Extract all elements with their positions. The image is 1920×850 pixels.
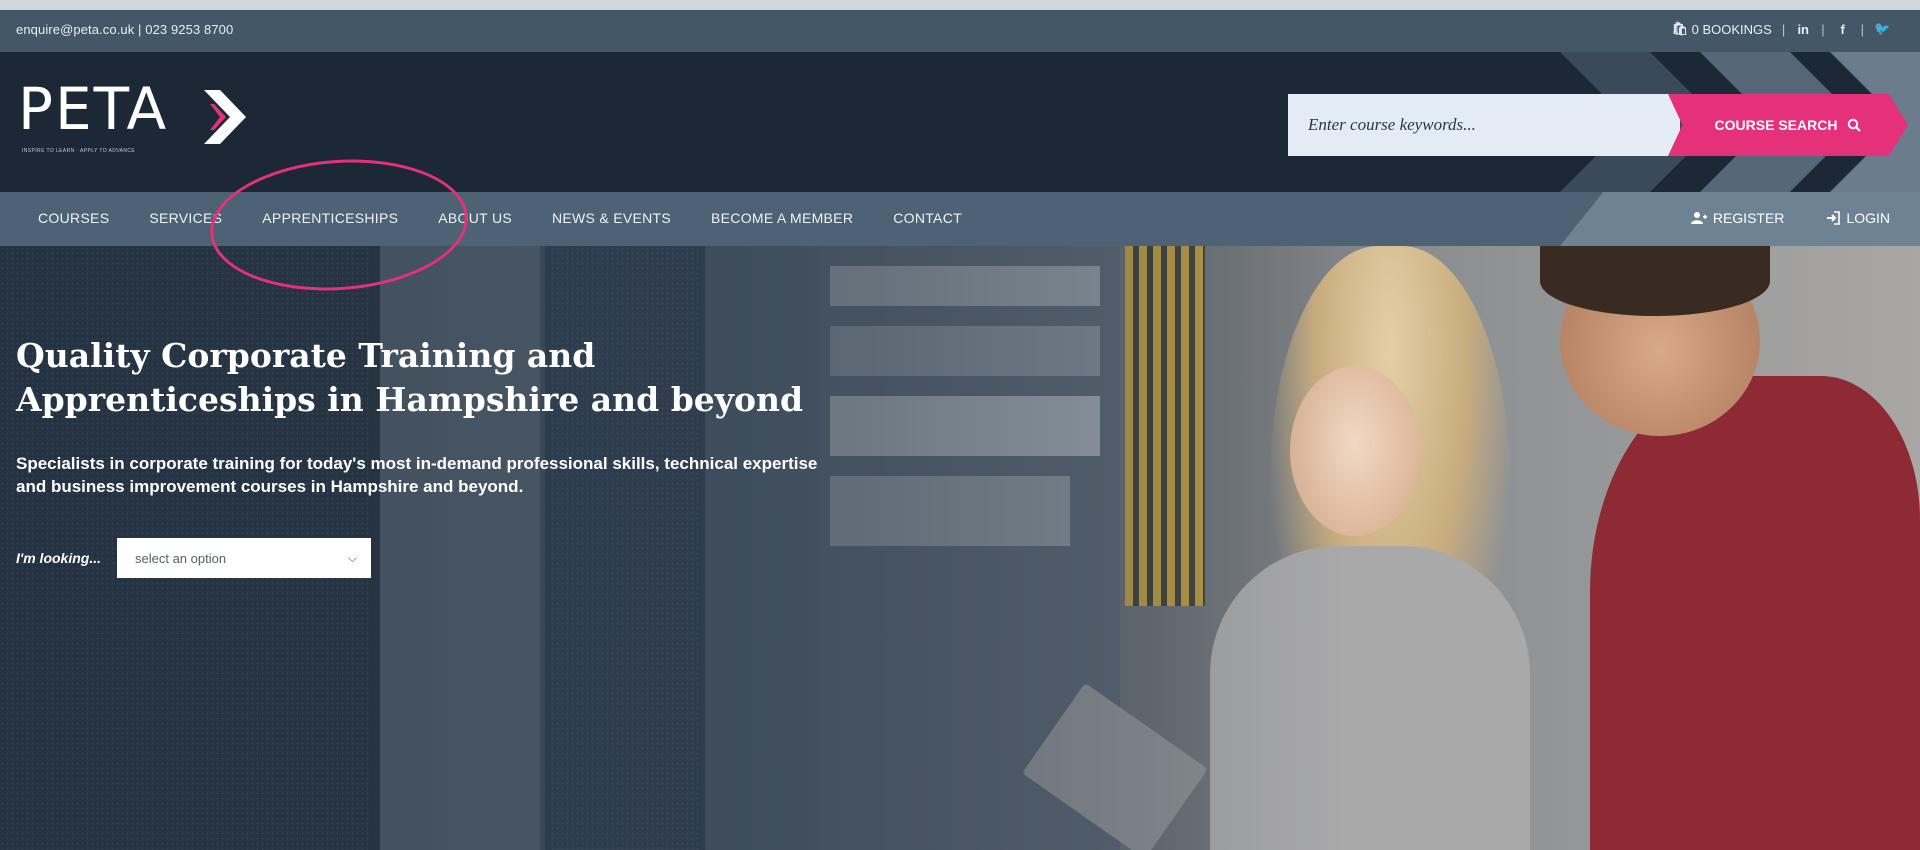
looking-for-selector: I'm looking... select an option ⌵ [16,538,371,578]
course-search: COURSE SEARCH [1288,94,1920,156]
register-label: REGISTER [1712,210,1785,226]
nav-items: COURSES SERVICES APPRENTICESHIPS ABOUT U… [38,210,1002,226]
hero-title-line-2: Apprenticeships in Hampshire and beyond [16,380,804,419]
bookings-label: 0 BOOKINGS [1691,21,1772,37]
looking-label: I'm looking... [16,550,101,566]
bookings-link[interactable]: 🛍 0 BOOKINGS [1672,21,1772,37]
peta-logo[interactable]: PETA INSPIRE TO LEARN · APPLY TO ADVANCE [18,80,258,160]
nav-item-courses[interactable]: COURSES [38,210,109,226]
login-label: LOGIN [1846,210,1890,226]
divider: | [1860,21,1864,37]
divider: | [1821,21,1825,37]
basket-icon: 🛍 [1671,21,1689,36]
twitter-icon[interactable]: 🐦 [1874,21,1890,37]
facebook-icon[interactable]: f [1835,22,1851,37]
sign-in-icon [1827,211,1841,225]
select-value: select an option [135,550,227,566]
window-top-strip [0,0,1920,10]
hero-title-line-1: Quality Corporate Training and [16,336,596,375]
page: enquire@peta.co.uk | 023 9253 8700 🛍 0 B… [0,0,1920,850]
top-bar-right: 🛍 0 BOOKINGS | in | f | 🐦 [1672,21,1891,37]
divider: | [1781,21,1786,37]
course-search-button[interactable]: COURSE SEARCH [1668,94,1908,156]
hero-subtitle-line-2: and business improvement courses in Hamp… [16,477,524,496]
top-bar: enquire@peta.co.uk | 023 9253 8700 🛍 0 B… [0,10,1920,52]
course-search-label: COURSE SEARCH [1714,117,1838,133]
hero-subtitle: Specialists in corporate training for to… [16,452,936,498]
account-links: REGISTER LOGIN [1690,210,1890,226]
linkedin-icon[interactable]: in [1795,22,1811,37]
nav-item-become-a-member[interactable]: BECOME A MEMBER [711,210,853,226]
chevron-down-icon: ⌵ [347,550,357,565]
register-link[interactable]: REGISTER [1690,210,1785,226]
hero-subtitle-line-1: Specialists in corporate training for to… [16,454,818,473]
search-input[interactable] [1288,94,1680,156]
search-icon [1848,118,1862,132]
logo-tagline: INSPIRE TO LEARN · APPLY TO ADVANCE [22,148,136,154]
contact-info[interactable]: enquire@peta.co.uk | 023 9253 8700 [16,22,233,37]
logo-chevron-icon [204,90,246,144]
hero-title: Quality Corporate Training and Apprentic… [16,334,916,422]
login-link[interactable]: LOGIN [1826,210,1890,226]
nav-item-contact[interactable]: CONTACT [893,210,962,226]
looking-for-select[interactable]: select an option ⌵ [117,538,371,578]
nav-item-news-events[interactable]: NEWS & EVENTS [552,210,671,226]
user-plus-icon [1690,212,1707,224]
hero-banner: Quality Corporate Training and Apprentic… [0,246,1920,850]
